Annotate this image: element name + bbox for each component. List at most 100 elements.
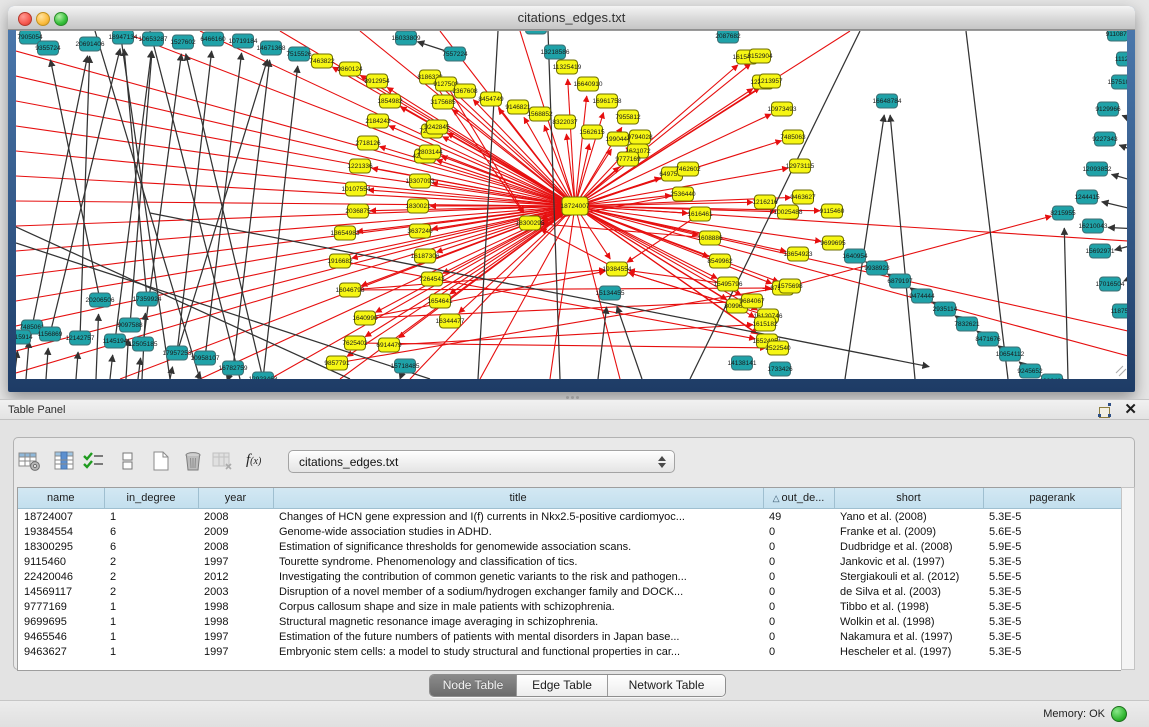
table-scrollbar[interactable] [1121, 487, 1135, 670]
graph-edge[interactable] [365, 271, 605, 318]
table-cell: 9463627 [18, 644, 104, 659]
graph-edge[interactable] [1112, 174, 1127, 183]
graph-node-label: 1145194 [103, 338, 128, 345]
graph-edge[interactable] [16, 51, 575, 206]
table-row[interactable]: 977716911998Corpus callosum shape and si… [18, 599, 1121, 614]
graph-edge[interactable] [80, 56, 90, 338]
graph-node-label: 2935114 [933, 306, 958, 313]
table-settings-button[interactable] [16, 449, 44, 475]
table-row[interactable]: 1456911722003Disruption of a novel membe… [18, 584, 1121, 599]
table-row[interactable]: 1830029562008Estimation of significance … [18, 539, 1121, 554]
select-columns-button[interactable] [51, 449, 79, 475]
graph-node-label: 7515526 [286, 51, 312, 58]
graph-edge[interactable] [1119, 145, 1127, 153]
graph-node-label: 10654112 [996, 351, 1025, 358]
graph-edge[interactable] [1064, 228, 1068, 379]
table-row[interactable]: 2242004622012Investigating the contribut… [18, 569, 1121, 584]
tab-network-table[interactable]: Network Table [608, 675, 725, 696]
graph-node-label: 12093852 [1083, 166, 1112, 173]
window-titlebar[interactable]: citations_edges.txt [8, 6, 1135, 30]
table-cell: 1 [104, 644, 198, 659]
graph-node-label: 16961758 [593, 98, 622, 105]
graph-edge[interactable] [575, 206, 1127, 331]
column-header-name[interactable]: name [18, 488, 104, 509]
graph-edge[interactable] [233, 60, 270, 368]
graph-node-label: 1654641 [427, 298, 453, 305]
column-header-year[interactable]: year [198, 488, 273, 509]
graph-edge[interactable] [352, 206, 575, 258]
graph-edge[interactable] [76, 352, 78, 379]
graph-node-label: 1216216 [752, 199, 778, 206]
table-row[interactable]: 946554611997Estimation of the future num… [18, 629, 1121, 644]
column-header-out_de[interactable]: △out_de... [763, 488, 834, 509]
graph-edge[interactable] [138, 358, 141, 379]
graph-edge[interactable] [110, 355, 113, 379]
merge-rows-icon [123, 453, 132, 469]
graph-node-label: 2184243 [365, 118, 391, 125]
table-row[interactable]: 969969511998Structural magnetic resonanc… [18, 614, 1121, 629]
graph-edge[interactable] [1115, 243, 1127, 250]
graph-edge[interactable] [575, 206, 1127, 356]
tab-node-table[interactable]: Node Table [430, 675, 517, 696]
canvas-resize-grip[interactable] [1116, 366, 1126, 376]
graph-node-label: 1916682 [327, 258, 353, 265]
table-panel-header: Table Panel ✕ [0, 399, 1149, 420]
graph-node-label: 20206506 [86, 297, 115, 304]
table-cell: Hescheler et al. (1997) [834, 644, 983, 659]
graph-node-label: 7463822 [309, 58, 335, 65]
graph-edge[interactable] [16, 351, 18, 379]
table-cell: 1998 [198, 599, 273, 614]
graph-edge[interactable] [170, 367, 173, 379]
graph-node-label: 15718485 [391, 363, 420, 370]
graph-node-label: 15495796 [714, 281, 743, 288]
column-header-short[interactable]: short [834, 488, 983, 509]
graph-edge[interactable] [263, 66, 298, 379]
graph-edge[interactable] [845, 115, 884, 379]
graph-edge[interactable] [32, 56, 88, 327]
column-header-pagerank[interactable]: pagerank [983, 488, 1121, 509]
table-cell: 1998 [198, 614, 273, 629]
graph-edge[interactable] [783, 216, 1051, 288]
graph-node-label: 3175685 [430, 99, 456, 106]
table-cell: 1997 [198, 644, 273, 659]
graph-node-label: 17359924 [133, 296, 162, 303]
graph-node-label: 1221336 [347, 163, 373, 170]
table-cell: Dudbridge et al. (2008) [834, 539, 983, 554]
merge-rows-button[interactable] [115, 449, 143, 475]
graph-edge[interactable] [1102, 202, 1127, 211]
table-cell: 5.5E-5 [983, 569, 1121, 584]
graph-node-label: 13654983 [331, 230, 360, 237]
table-row[interactable]: 946362711997Embryonic stem cells: a mode… [18, 644, 1121, 659]
new-table-button[interactable] [148, 449, 176, 475]
table-row[interactable]: 911546021997Tourette syndrome. Phenomeno… [18, 554, 1121, 569]
graph-edge[interactable] [890, 115, 915, 379]
column-header-in_degree[interactable]: in_degree [104, 488, 198, 509]
table-select-dropdown[interactable]: citations_edges.txt [288, 450, 675, 473]
table-cell: 2 [104, 569, 198, 584]
delete-table-button[interactable] [180, 449, 208, 475]
table-cell: 0 [763, 569, 834, 584]
graph-edge[interactable] [1108, 228, 1127, 229]
table-row[interactable]: 1872400712008Changes of HCN gene express… [18, 509, 1121, 525]
function-builder-button[interactable]: f(x) [246, 452, 280, 472]
graph-node-label: 9699695 [820, 240, 846, 247]
table-cell: 18724007 [18, 509, 104, 525]
graph-edge[interactable] [150, 31, 240, 379]
table-row[interactable]: 1938455462009Genome-wide association stu… [18, 524, 1121, 539]
float-panel-icon[interactable] [1098, 403, 1113, 417]
column-header-title[interactable]: title [273, 488, 763, 509]
graph-edge[interactable] [1122, 115, 1127, 123]
row-checks-button[interactable] [80, 449, 108, 475]
network-canvas[interactable]: 7905054935572420691406189471341065328715… [16, 30, 1127, 379]
graph-edge[interactable] [26, 341, 29, 379]
graph-edge[interactable] [1124, 273, 1127, 281]
table-cell: Estimation of significance thresholds fo… [273, 539, 763, 554]
tab-edge-table[interactable]: Edge Table [517, 675, 608, 696]
graph-node-label: 1086482 [1039, 378, 1065, 379]
graph-node-label: 6914479 [376, 342, 402, 349]
graph-edge[interactable] [96, 314, 99, 379]
table-cell: Wolkin et al. (1998) [834, 614, 983, 629]
graph-node[interactable] [526, 31, 547, 34]
table-cell: Disruption of a novel member of a sodium… [273, 584, 763, 599]
close-panel-icon[interactable]: ✕ [1124, 401, 1137, 419]
